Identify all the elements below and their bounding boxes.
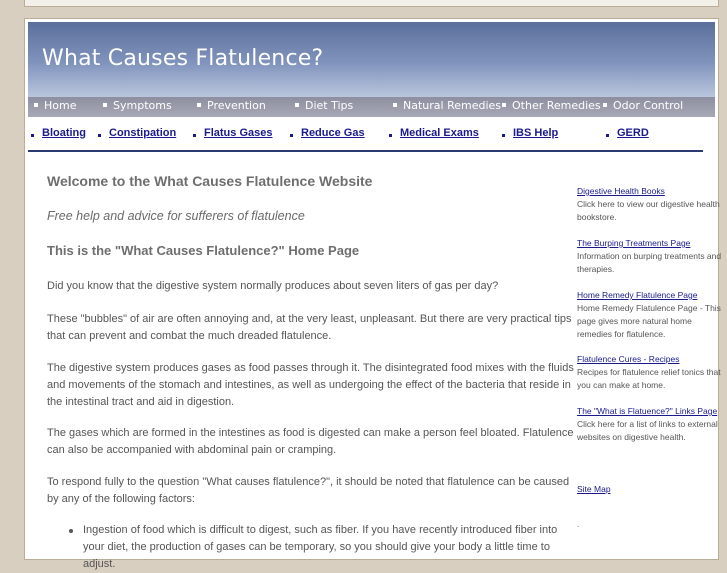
sidebar-desc: Recipes for flatulence relief tonics tha…	[577, 367, 721, 390]
nav-label: Symptoms	[113, 99, 172, 112]
sidebar-link-flatulence-cures[interactable]: Flatulence Cures - Recipes	[577, 353, 723, 366]
factors-list: Ingestion of food which is difficult to …	[69, 522, 577, 573]
bullet-icon	[98, 133, 101, 137]
nav-label: Home	[44, 99, 77, 112]
bullet-icon	[193, 133, 196, 137]
bullet-icon	[502, 133, 505, 137]
nav-symptoms[interactable]: Symptoms	[103, 99, 172, 112]
nav-other-remedies[interactable]: Other Remedies	[502, 99, 601, 112]
page-subtitle: Free help and advice for sufferers of fl…	[47, 209, 305, 223]
secondary-nav: Bloating Constipation Flatus Gases Reduc…	[28, 120, 703, 152]
top-strip	[24, 0, 719, 7]
sidebar-block: The Burping Treatments Page Information …	[577, 237, 723, 276]
nav-label: Constipation	[109, 127, 177, 139]
sidebar-trailing-text: .	[577, 520, 580, 529]
nav-odor-control[interactable]: Odor Control	[603, 99, 683, 112]
bullet-icon	[502, 103, 506, 107]
sidebar-link-home-remedy[interactable]: Home Remedy Flatulence Page	[577, 289, 723, 302]
bullet-icon	[31, 133, 34, 137]
bullet-icon	[295, 103, 299, 107]
sidebar-link-burping-treatments[interactable]: The Burping Treatments Page	[577, 237, 723, 250]
sidebar-desc: Click here for a list of links to extern…	[577, 419, 718, 442]
nav-label: Other Remedies	[512, 99, 601, 112]
nav-reduce-gas[interactable]: Reduce Gas	[290, 127, 365, 139]
nav-label: GERD	[617, 127, 649, 139]
bullet-icon	[34, 103, 38, 107]
bullet-icon	[103, 103, 107, 107]
nav-ibs-help[interactable]: IBS Help	[502, 127, 558, 139]
bullet-icon	[393, 103, 397, 107]
nav-label: Diet Tips	[305, 99, 354, 112]
nav-constipation[interactable]: Constipation	[98, 127, 176, 139]
paragraph: Did you know that the digestive system n…	[47, 280, 499, 292]
paragraph: The gases which are formed in the intest…	[47, 427, 574, 456]
sidebar-block: Digestive Health Books Click here to vie…	[577, 185, 723, 224]
nav-label: Medical Exams	[400, 127, 479, 139]
sidebar-desc: Click here to view our digestive health …	[577, 199, 720, 222]
paragraph: The digestive system produces gases as f…	[47, 362, 574, 408]
sidebar-desc: Information on burping treatments and th…	[577, 251, 722, 274]
bullet-icon	[606, 133, 609, 137]
bullet-icon	[603, 103, 607, 107]
list-item: Ingestion of food which is difficult to …	[69, 522, 577, 573]
nav-label: Bloating	[42, 127, 86, 139]
site-title: What Causes Flatulence?	[42, 46, 324, 71]
nav-label: IBS Help	[513, 127, 559, 139]
nav-label: Prevention	[207, 99, 266, 112]
section-title: This is the "What Causes Flatulence?" Ho…	[47, 243, 360, 258]
bullet-icon	[197, 103, 201, 107]
sidebar-block: Flatulence Cures - Recipes Recipes for f…	[577, 353, 723, 392]
paragraph: To respond fully to the question "What c…	[47, 476, 570, 505]
bullet-icon	[290, 133, 293, 137]
nav-label: Odor Control	[613, 99, 684, 112]
sidebar-block: Site Map	[577, 483, 723, 496]
sidebar-link-what-is-flatulence-links[interactable]: The "What is Flatuence?" Links Page	[577, 405, 723, 418]
page-title: Welcome to the What Causes Flatulence We…	[47, 173, 373, 189]
sidebar-block: Home Remedy Flatulence Page Home Remedy …	[577, 289, 723, 341]
sidebar-link-site-map[interactable]: Site Map	[577, 483, 723, 496]
nav-diet-tips[interactable]: Diet Tips	[295, 99, 353, 112]
nav-label: Reduce Gas	[301, 127, 365, 139]
nav-flatus-gases[interactable]: Flatus Gases	[193, 127, 272, 139]
nav-label: Natural Remedies	[403, 99, 502, 112]
nav-gerd[interactable]: GERD	[606, 127, 649, 139]
nav-label: Flatus Gases	[204, 127, 273, 139]
nav-bloating[interactable]: Bloating	[31, 127, 86, 139]
paragraph: These "bubbles" of air are often annoyin…	[47, 313, 572, 342]
bullet-icon	[389, 133, 392, 137]
sidebar-desc: Home Remedy Flatulence Page - This page …	[577, 303, 721, 339]
sidebar-link-digestive-health-books[interactable]: Digestive Health Books	[577, 185, 723, 198]
nav-home[interactable]: Home	[34, 99, 76, 112]
nav-medical-exams[interactable]: Medical Exams	[389, 127, 479, 139]
sidebar-block: The "What is Flatuence?" Links Page Clic…	[577, 405, 723, 444]
primary-nav: Home Symptoms Prevention Diet Tips Natur…	[28, 97, 715, 117]
nav-natural-remedies[interactable]: Natural Remedies	[393, 99, 501, 112]
page-container: What Causes Flatulence? Home Symptoms Pr…	[24, 18, 721, 570]
nav-prevention[interactable]: Prevention	[197, 99, 266, 112]
